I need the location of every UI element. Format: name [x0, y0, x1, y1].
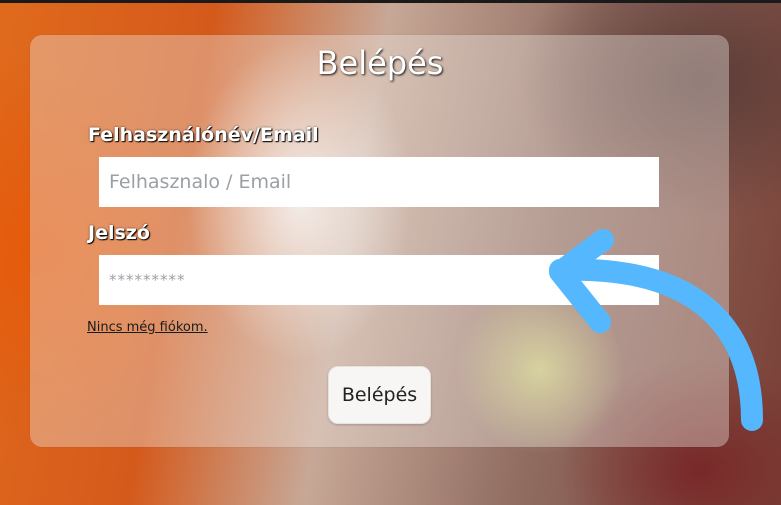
curved-arrow-icon — [549, 229, 763, 431]
